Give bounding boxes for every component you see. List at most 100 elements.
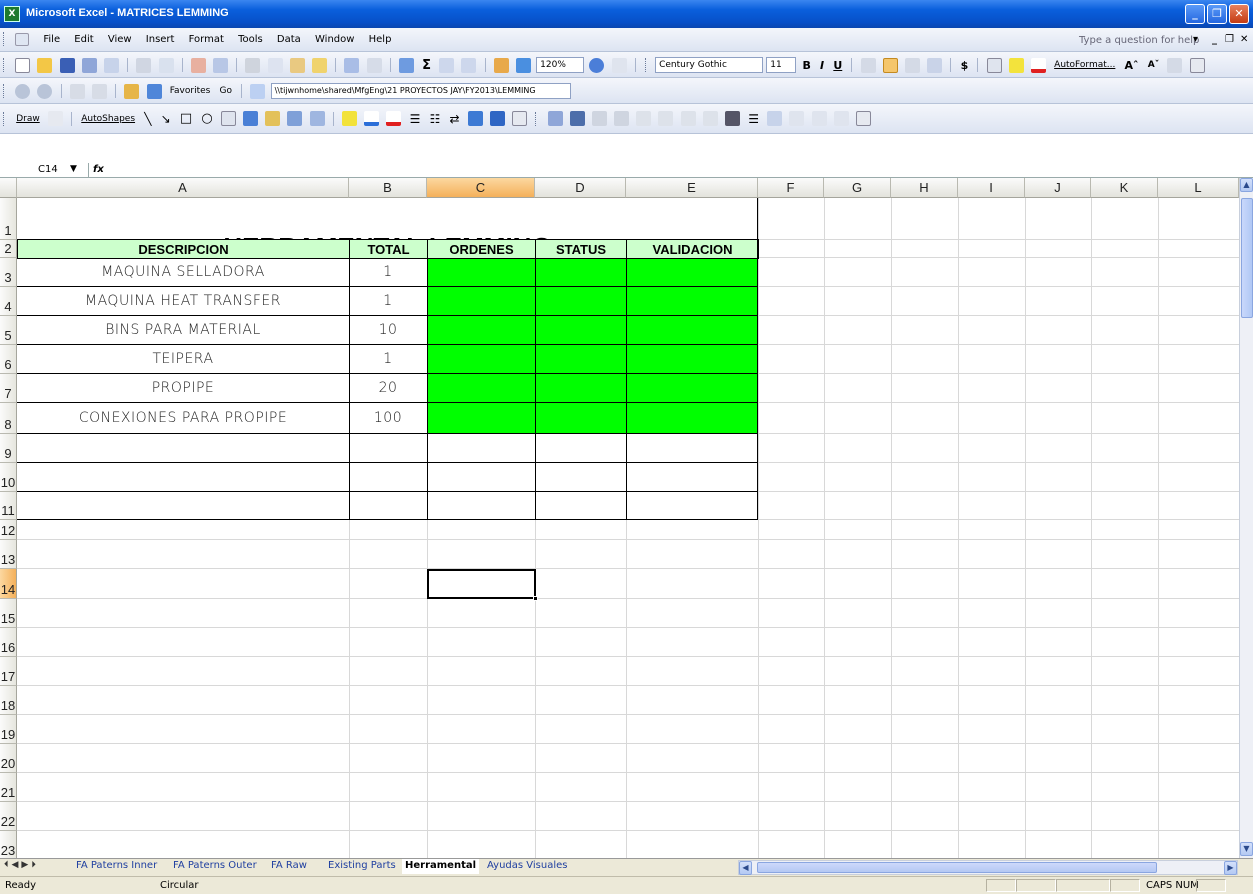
column-header-l[interactable]: L — [1158, 178, 1239, 198]
bold-button[interactable]: B — [802, 59, 810, 72]
formula-input[interactable] — [120, 163, 1250, 177]
toolbar-grip[interactable] — [3, 58, 6, 72]
row-header-3[interactable]: 3 — [0, 258, 17, 287]
italic-button[interactable]: I — [820, 59, 824, 72]
row-header-4[interactable]: 4 — [0, 287, 17, 316]
row-header-13[interactable]: 13 — [0, 540, 17, 569]
toolbar-grip[interactable] — [644, 58, 648, 72]
help-question-box[interactable]: Type a question for help — [1079, 32, 1199, 50]
underline-button[interactable]: U — [833, 59, 842, 72]
tab-fa-paterns-inner[interactable]: FA Paterns Inner — [73, 859, 160, 874]
align-left-icon[interactable] — [860, 57, 876, 73]
vertical-scrollbar[interactable]: ▲ ▼ — [1239, 178, 1253, 858]
fill-color-draw-icon[interactable] — [342, 111, 358, 126]
menu-insert[interactable]: Insert — [146, 31, 175, 49]
vertical-scroll-thumb[interactable] — [1241, 198, 1253, 318]
spelling-icon[interactable] — [190, 57, 206, 73]
cell-total[interactable]: 1 — [349, 258, 427, 286]
arrow-style-icon[interactable]: ⇄ — [450, 112, 460, 126]
row-header-9[interactable]: 9 — [0, 434, 17, 463]
cell-total[interactable]: 1 — [349, 345, 427, 373]
cell-total[interactable]: 10 — [349, 316, 427, 344]
cell-total[interactable]: 20 — [349, 374, 427, 402]
cell-desc[interactable]: CONEXIONES PARA PROPIPE — [17, 403, 349, 433]
stop-icon[interactable] — [69, 83, 85, 99]
align-center-icon[interactable] — [882, 57, 898, 73]
menu-edit[interactable]: Edit — [74, 31, 93, 49]
new-icon[interactable] — [15, 57, 31, 73]
shadow-icon[interactable] — [467, 111, 483, 126]
menu-window[interactable]: Window — [315, 31, 354, 49]
font-select[interactable]: Century Gothic — [655, 57, 764, 73]
research-icon[interactable] — [213, 57, 229, 73]
worksheet-grid[interactable]: A B C D E F G H I J K L 1 2 3 4 5 6 7 8 … — [0, 178, 1253, 858]
doc-restore-icon[interactable]: ❐ — [1225, 31, 1234, 49]
menu-view[interactable]: View — [108, 31, 132, 49]
hyperlink-icon[interactable] — [398, 57, 414, 73]
column-header-e[interactable]: E — [626, 178, 758, 198]
row-header-11[interactable]: 11 — [0, 492, 17, 520]
scroll-right-icon[interactable]: ▶ — [1224, 861, 1237, 875]
autoshapes-menu[interactable]: AutoShapes — [81, 114, 135, 124]
forward-icon[interactable] — [37, 83, 53, 99]
back-icon[interactable] — [15, 83, 31, 99]
column-header-b[interactable]: B — [349, 178, 427, 198]
show-web-toolbar-icon[interactable] — [250, 83, 266, 99]
line-icon[interactable]: ╲ — [144, 112, 151, 126]
autosum-icon[interactable]: Σ — [422, 58, 431, 73]
refresh-icon[interactable] — [91, 83, 107, 99]
cell-total[interactable]: 100 — [349, 403, 427, 433]
row-header-16[interactable]: 16 — [0, 628, 17, 657]
print-icon[interactable] — [136, 57, 152, 73]
undo-icon[interactable] — [344, 57, 360, 73]
row-header-22[interactable]: 22 — [0, 802, 17, 831]
address-field[interactable]: \\tijwnhome\shared\MfgEng\21 PROYECTOS J… — [270, 83, 571, 99]
picture-icon[interactable] — [309, 111, 325, 126]
active-cell-c14[interactable] — [427, 569, 538, 601]
font-color-icon[interactable] — [1030, 57, 1046, 73]
font-color-draw-icon[interactable] — [386, 111, 402, 126]
rectangle-icon[interactable]: □ — [180, 111, 192, 126]
restore-button[interactable]: ❐ — [1207, 4, 1227, 24]
sort-ascending-icon[interactable] — [439, 57, 455, 73]
sort-descending-icon[interactable] — [461, 57, 477, 73]
select-objects-icon[interactable] — [47, 111, 63, 126]
column-header-d[interactable]: D — [535, 178, 626, 198]
tab-fa-paterns-outer[interactable]: FA Paterns Outer — [170, 859, 260, 874]
merge-center-icon[interactable] — [927, 57, 943, 73]
row-header-21[interactable]: 21 — [0, 773, 17, 802]
cell-desc[interactable]: TEIPERA — [17, 345, 349, 373]
tab-fa-raw[interactable]: FA Raw — [268, 859, 310, 874]
column-header-j[interactable]: J — [1025, 178, 1091, 198]
fill-handle[interactable] — [533, 596, 538, 601]
currency-button[interactable]: $ — [961, 59, 969, 72]
save-icon[interactable] — [59, 57, 75, 73]
row-header-6[interactable]: 6 — [0, 345, 17, 374]
close-button[interactable]: ✕ — [1229, 4, 1249, 24]
menu-grip[interactable] — [3, 32, 6, 46]
paragraph-icon[interactable] — [1167, 57, 1183, 73]
drawing-options-icon[interactable] — [512, 111, 528, 126]
insert-function-icon[interactable]: fx — [93, 163, 104, 176]
minimize-button[interactable]: _ — [1185, 4, 1205, 24]
tab-herramental[interactable]: Herramental — [402, 859, 480, 874]
row-header-14[interactable]: 14 — [0, 569, 17, 599]
borders-icon[interactable] — [986, 57, 1002, 73]
go-menu[interactable]: Go — [220, 86, 232, 96]
doc-close-icon[interactable]: ✕ — [1240, 31, 1248, 49]
row-header-10[interactable]: 10 — [0, 463, 17, 492]
line-color-icon[interactable] — [364, 111, 380, 126]
header-total[interactable]: TOTAL — [349, 239, 428, 259]
cut-icon[interactable] — [245, 57, 261, 73]
line-style-icon[interactable]: ☰ — [410, 112, 421, 126]
format-painter-icon[interactable] — [312, 57, 327, 73]
column-header-i[interactable]: I — [958, 178, 1025, 198]
permission-icon[interactable] — [81, 57, 97, 73]
eraser-icon[interactable] — [811, 111, 827, 126]
textbox-icon[interactable] — [220, 111, 236, 126]
home-icon[interactable] — [124, 83, 140, 99]
header-status[interactable]: STATUS — [535, 239, 627, 259]
search-icon[interactable] — [146, 83, 162, 99]
arrow-icon[interactable]: ↘ — [161, 112, 171, 126]
favorites-menu[interactable]: Favorites — [170, 86, 211, 96]
